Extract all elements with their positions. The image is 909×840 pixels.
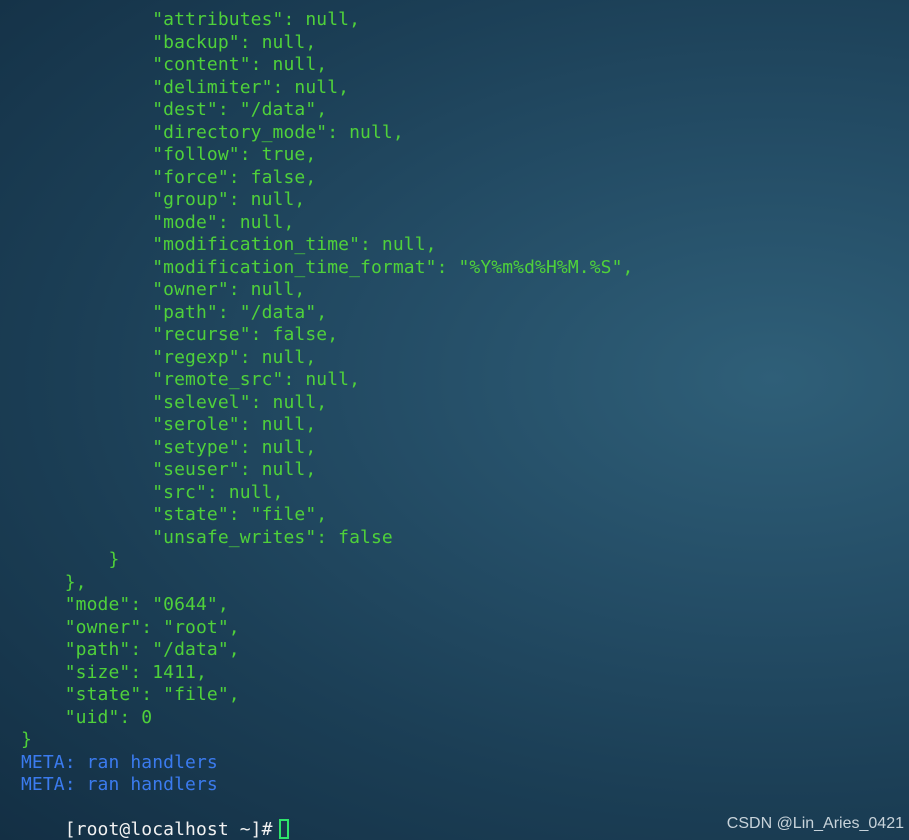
- json-output-line: "owner": "root",: [21, 616, 240, 638]
- json-output-line: "regexp": null,: [21, 346, 317, 368]
- json-output-line: "force": false,: [21, 166, 317, 188]
- meta-handler-line: META: ran handlers: [21, 774, 218, 795]
- json-output-line: "attributes": null,: [21, 9, 361, 30]
- json-output-line: "recurse": false,: [21, 324, 339, 345]
- json-output-line: }: [21, 549, 120, 570]
- json-output-line: "content": null,: [21, 54, 328, 75]
- json-output-line: "directory_mode": null,: [21, 121, 404, 143]
- json-output-line: "modification_time_format": "%Y%m%d%H%M.…: [21, 256, 634, 278]
- json-output-line: "follow": true,: [21, 144, 317, 165]
- terminal-window[interactable]: "attributes": null, "backup": null, "con…: [0, 0, 909, 840]
- shell-prompt-line[interactable]: [root@localhost ~]#: [21, 797, 289, 840]
- json-output-line: "unsafe_writes": false: [21, 526, 393, 548]
- json-output-line: "modification_time": null,: [21, 234, 437, 255]
- json-output-line: "seuser": null,: [21, 459, 317, 480]
- json-output-line: }: [21, 729, 32, 750]
- json-output-line: "path": "/data",: [21, 639, 240, 660]
- watermark: CSDN @Lin_Aries_0421: [726, 815, 904, 832]
- json-output-line: "path": "/data",: [21, 301, 328, 323]
- json-output-line: "mode": null,: [21, 211, 295, 233]
- json-output-line: "uid": 0: [21, 706, 153, 728]
- json-output-line: "setype": null,: [21, 436, 317, 458]
- json-output-line: "mode": "0644",: [21, 594, 229, 615]
- meta-handler-line: META: ran handlers: [21, 751, 218, 773]
- json-output-line: },: [21, 571, 87, 593]
- json-output-line: "owner": null,: [21, 279, 306, 300]
- json-output-line: "group": null,: [21, 189, 306, 210]
- text-cursor: [278, 818, 289, 839]
- shell-prompt: [root@localhost ~]#: [64, 818, 273, 840]
- json-output-line: "selevel": null,: [21, 391, 328, 413]
- json-output-line: "src": null,: [21, 481, 284, 503]
- json-output-line: "serole": null,: [21, 414, 317, 435]
- json-output-line: "remote_src": null,: [21, 369, 361, 390]
- json-output-line: "backup": null,: [21, 31, 317, 53]
- json-output-line: "dest": "/data",: [21, 99, 328, 120]
- json-output-line: "state": "file",: [21, 504, 328, 525]
- json-output-line: "delimiter": null,: [21, 76, 350, 98]
- json-output-line: "state": "file",: [21, 684, 240, 705]
- json-output-line: "size": 1411,: [21, 661, 207, 683]
